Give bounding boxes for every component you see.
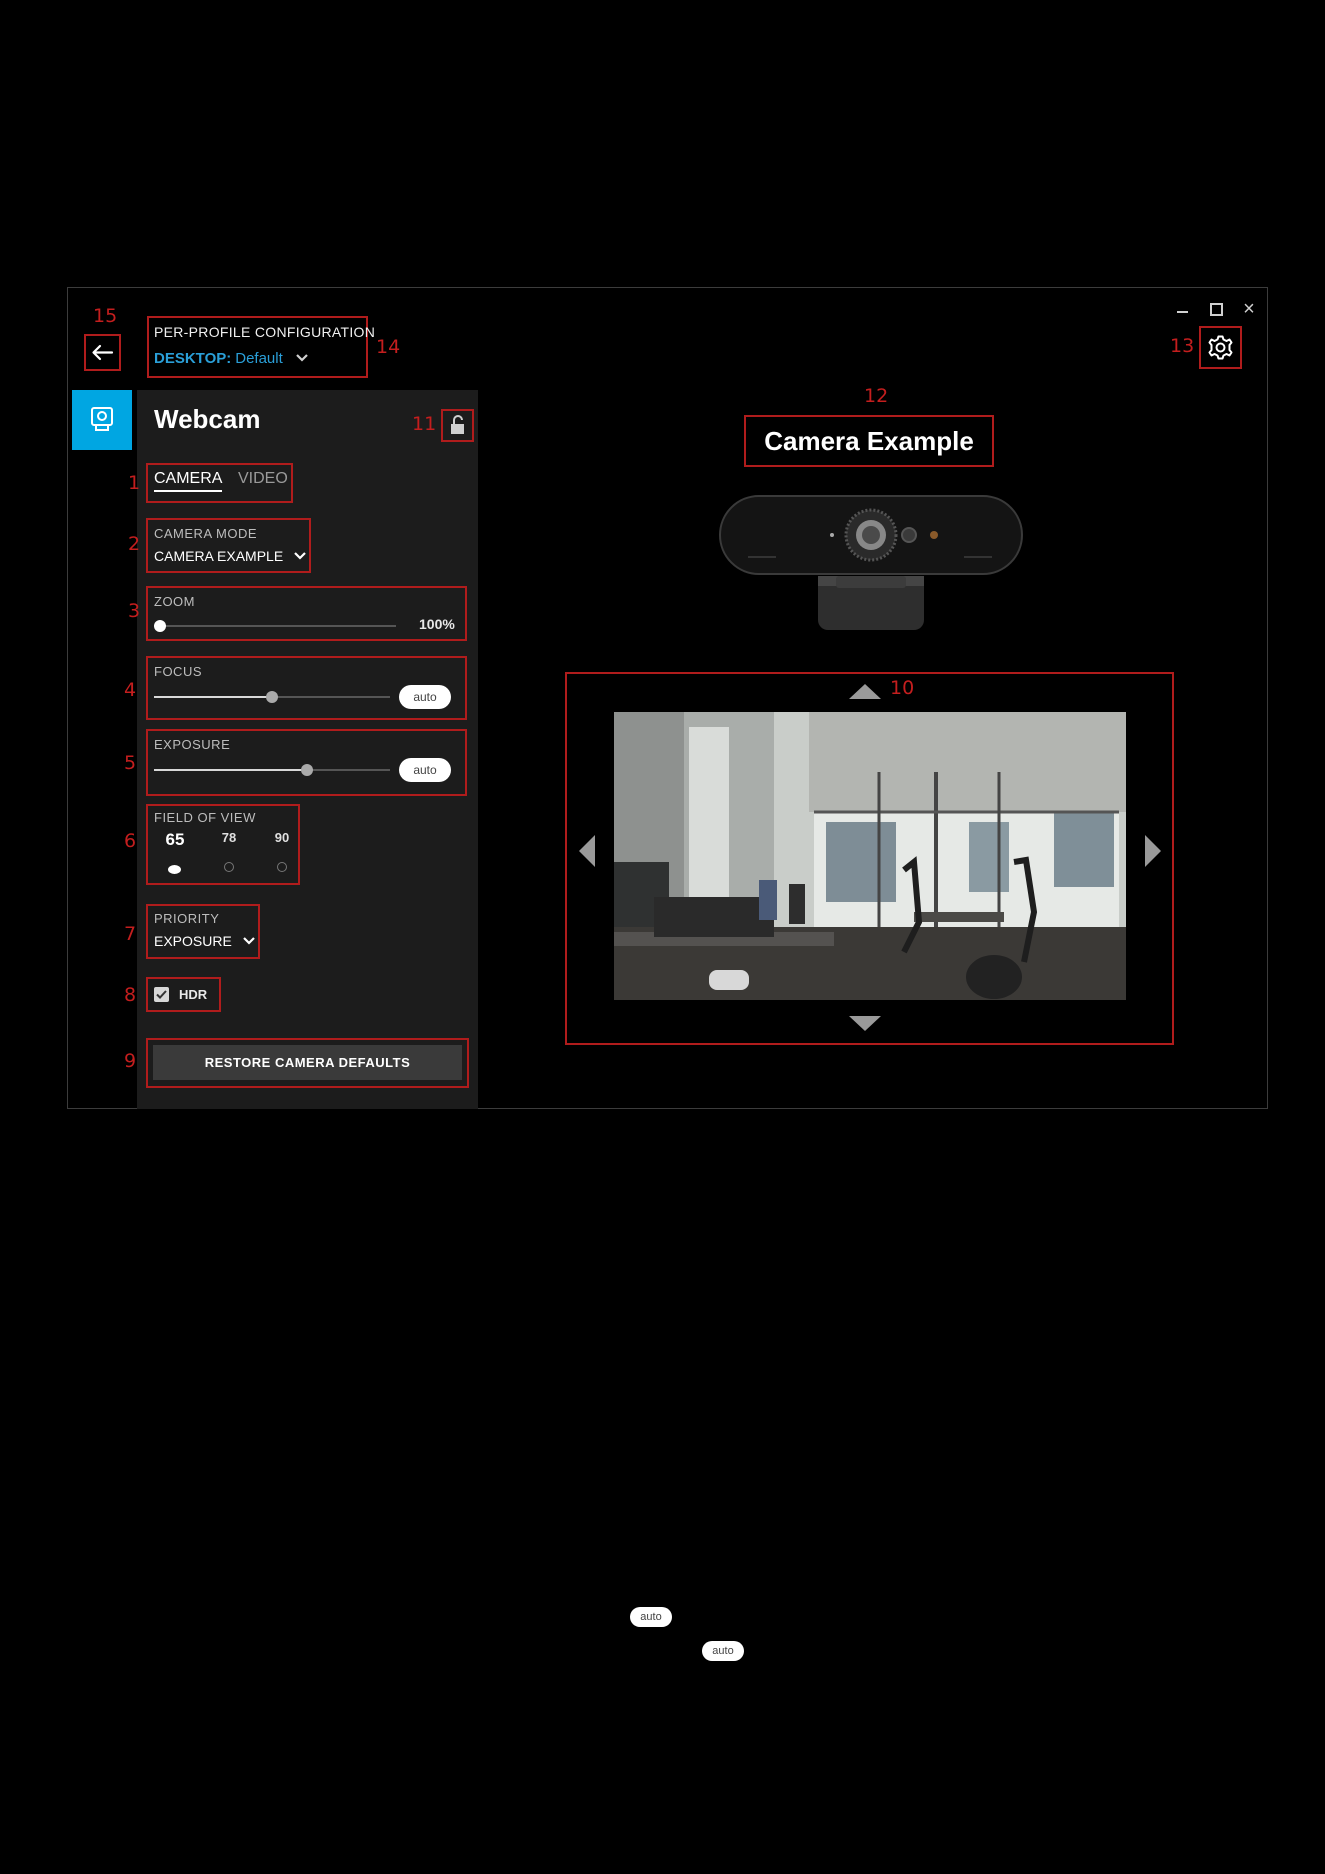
pan-right-arrow[interactable] [1145, 835, 1161, 867]
close-icon[interactable]: × [1238, 299, 1260, 319]
focus-track-fill [154, 696, 272, 698]
webcam-device-illustration [719, 495, 1023, 630]
callout-8: 8 [124, 984, 137, 1006]
minimize-icon[interactable] [1171, 300, 1193, 318]
callout-6: 6 [124, 830, 137, 852]
camera-mode-label: CAMERA MODE [154, 526, 258, 541]
hdr-checkbox[interactable] [154, 987, 169, 1002]
chevron-down-icon [242, 937, 255, 945]
camera-preview-image [614, 712, 1126, 1000]
callout-4: 4 [124, 679, 137, 701]
back-button[interactable] [86, 336, 119, 369]
callout-11: 11 [412, 413, 437, 435]
callout-2: 2 [128, 533, 141, 555]
arrow-left-icon [92, 344, 114, 361]
callout-5: 5 [124, 752, 137, 774]
checkmark-icon [156, 990, 167, 999]
nav-webcam-tile[interactable] [72, 390, 132, 450]
hdr-label: HDR [179, 987, 208, 1002]
focus-label: FOCUS [154, 664, 202, 679]
callout-3: 3 [128, 600, 141, 622]
gear-icon [1208, 335, 1233, 360]
profile-platform: DESKTOP: [154, 350, 232, 367]
fov-option-65[interactable]: 65 [155, 830, 195, 850]
fov-option-78[interactable]: 78 [209, 830, 249, 845]
webcam-icon [91, 407, 113, 431]
priority-value: EXPOSURE [154, 933, 232, 949]
callout-13: 13 [1170, 335, 1195, 357]
zoom-slider[interactable] [154, 620, 166, 632]
callout-15: 15 [93, 305, 118, 327]
focus-auto-toggle[interactable]: auto [399, 685, 451, 709]
callout-14: 14 [376, 336, 401, 358]
chevron-down-icon [296, 354, 308, 362]
tab-video[interactable]: VIDEO [238, 470, 288, 488]
settings-button[interactable] [1204, 331, 1237, 364]
camera-mode-value: CAMERA EXAMPLE [154, 548, 284, 564]
callout-9: 9 [124, 1050, 137, 1072]
office-scene [614, 712, 1126, 1000]
callout-1: 1 [128, 472, 141, 494]
stray-auto-pill[interactable]: auto [702, 1641, 744, 1661]
callout-12: 12 [864, 385, 889, 407]
exposure-auto-toggle[interactable]: auto [399, 758, 451, 782]
profile-name: Default [235, 350, 283, 367]
fov-radio-90[interactable] [277, 862, 287, 872]
fov-label: FIELD OF VIEW [154, 810, 256, 825]
fov-option-90[interactable]: 90 [262, 830, 302, 845]
zoom-track [160, 625, 396, 627]
profile-config-title: PER-PROFILE CONFIGURATION [154, 324, 376, 340]
stray-auto-pill[interactable]: auto [630, 1607, 672, 1627]
priority-label: PRIORITY [154, 911, 220, 926]
fov-radio-78[interactable] [224, 862, 234, 872]
priority-dropdown[interactable]: EXPOSURE [154, 933, 256, 949]
exposure-label: EXPOSURE [154, 737, 231, 752]
tab-camera[interactable]: CAMERA [154, 470, 223, 492]
lock-button[interactable] [445, 413, 470, 438]
focus-slider[interactable] [266, 691, 278, 703]
restore-camera-defaults-button[interactable]: RESTORE CAMERA DEFAULTS [153, 1045, 462, 1080]
camera-title: Camera Example [744, 415, 994, 467]
profile-selector[interactable]: DESKTOP: Default [154, 350, 309, 367]
camera-mode-dropdown[interactable]: CAMERA EXAMPLE [154, 548, 307, 564]
zoom-label: ZOOM [154, 594, 195, 609]
pan-left-arrow[interactable] [579, 835, 595, 867]
pan-down-arrow[interactable] [849, 1016, 881, 1031]
unlock-icon [451, 415, 464, 434]
chevron-down-icon [294, 552, 306, 560]
maximize-icon[interactable] [1205, 300, 1227, 318]
pan-up-arrow[interactable] [849, 684, 881, 699]
callout-7: 7 [124, 923, 137, 945]
zoom-value: 100% [419, 616, 455, 632]
panel-title: Webcam [154, 404, 261, 434]
fov-radio-65[interactable] [168, 865, 181, 874]
callout-10: 10 [890, 677, 915, 699]
exposure-track-fill [154, 769, 308, 771]
